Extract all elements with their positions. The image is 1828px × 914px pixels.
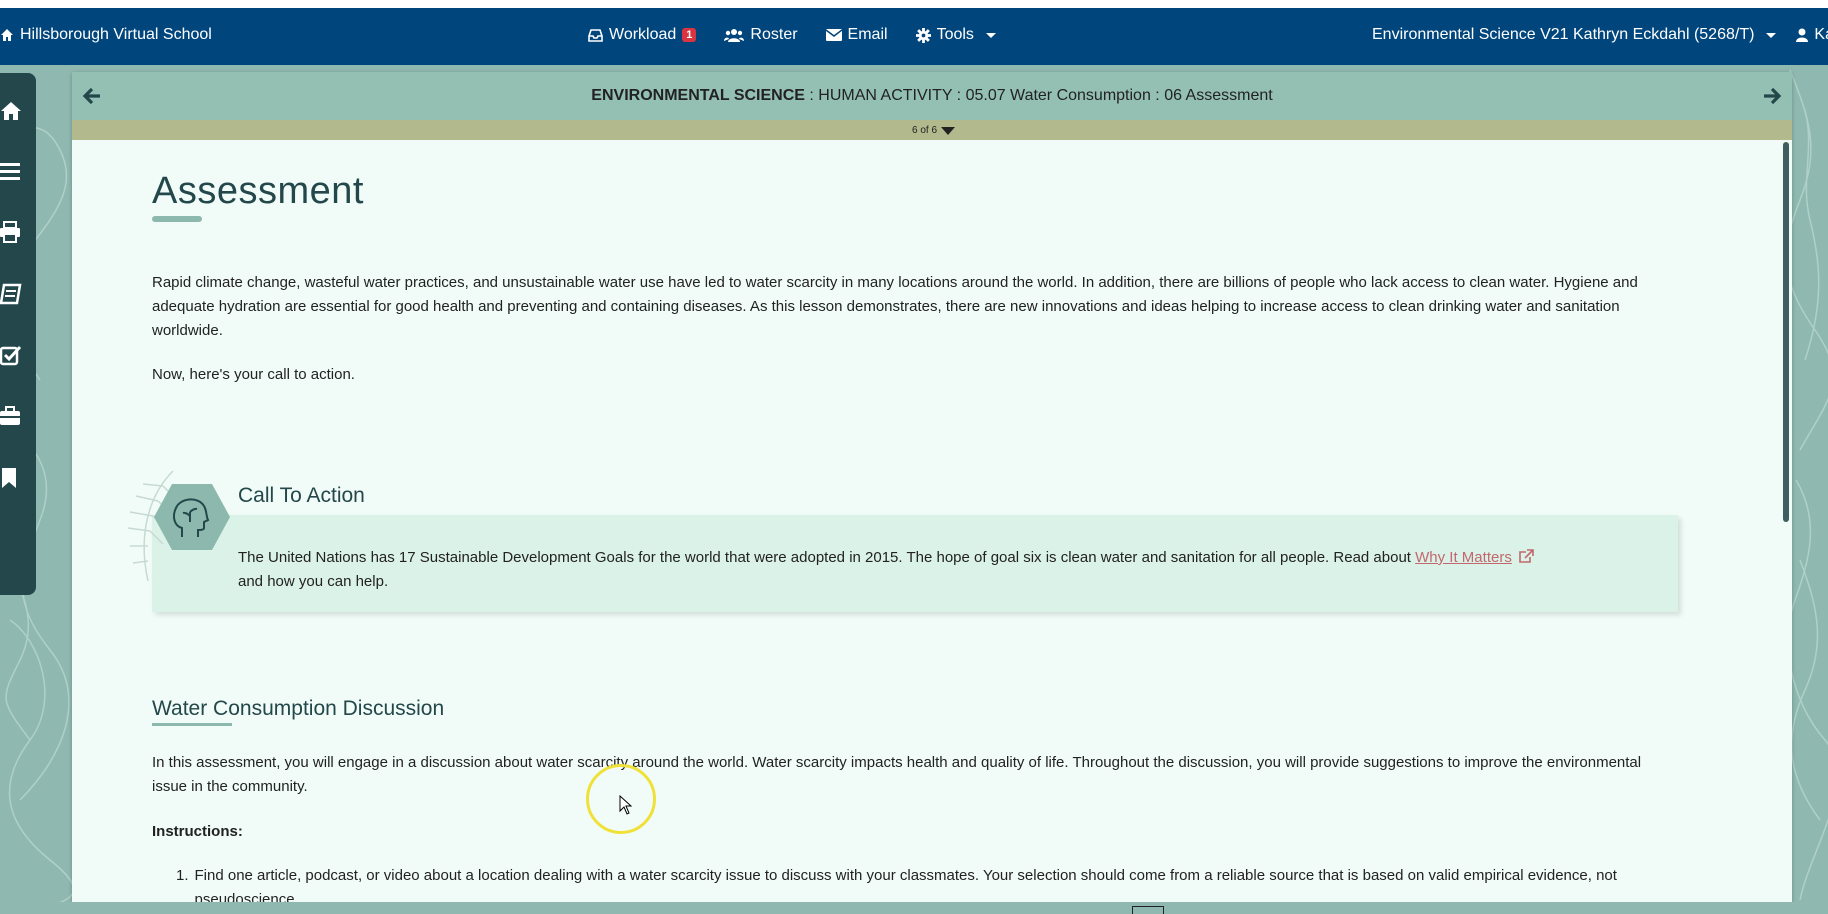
bookmark-icon[interactable] <box>0 467 22 489</box>
bottom-marker <box>1132 906 1164 914</box>
breadcrumb: ENVIRONMENTAL SCIENCE : HUMAN ACTIVITY :… <box>72 87 1792 105</box>
breadcrumb-bar: ENVIRONMENTAL SCIENCE : HUMAN ACTIVITY :… <box>72 72 1792 120</box>
home-icon <box>1 29 13 41</box>
roster-menu[interactable]: Roster <box>724 26 798 44</box>
panel-bottom-edge <box>0 902 1828 914</box>
caret-down-icon <box>941 126 956 135</box>
envelope-icon <box>825 29 842 41</box>
tools-dropdown[interactable]: Tools <box>915 26 996 44</box>
briefcase-icon[interactable] <box>0 405 22 427</box>
breadcrumb-subject: ENVIRONMENTAL SCIENCE <box>591 87 805 104</box>
course-label: Environmental Science V21 Kathryn Eckdah… <box>1372 26 1755 43</box>
roster-label: Roster <box>750 26 798 43</box>
nav-right: Environmental Science V21 Kathryn Eckdah… <box>1372 26 1828 44</box>
left-sidebar <box>0 73 36 595</box>
page-count: 6 of 6 <box>912 125 938 136</box>
email-menu[interactable]: Email <box>825 26 888 44</box>
print-icon[interactable] <box>0 221 22 243</box>
home-icon[interactable] <box>0 100 22 122</box>
list-icon[interactable] <box>0 160 22 182</box>
workload-count-badge: 1 <box>682 28 697 42</box>
user-menu[interactable]: Kathr <box>1796 26 1828 44</box>
notes-icon[interactable] <box>0 283 22 305</box>
tools-label: Tools <box>936 26 974 43</box>
inbox-icon <box>588 28 603 42</box>
page-selector[interactable]: 6 of 6 <box>912 125 956 136</box>
mouse-pointer-icon <box>619 795 633 815</box>
chevron-down-icon <box>985 32 996 38</box>
users-icon <box>724 29 745 42</box>
user-name: Kathr <box>1814 26 1828 43</box>
top-strip <box>0 0 1828 8</box>
pager-bar: 6 of 6 <box>72 120 1792 140</box>
school-brand-link[interactable]: Hillsborough Virtual School <box>0 26 212 44</box>
top-navbar: Hillsborough Virtual School Workload 1 R… <box>0 8 1828 65</box>
scrollbar-thumb[interactable] <box>1783 142 1789 522</box>
breadcrumb-path: : HUMAN ACTIVITY : 05.07 Water Consumpti… <box>804 87 1273 104</box>
school-name: Hillsborough Virtual School <box>20 26 212 43</box>
check-square-icon[interactable] <box>0 345 22 367</box>
user-icon <box>1796 28 1809 42</box>
gear-icon <box>915 27 931 43</box>
email-label: Email <box>847 26 888 43</box>
why-it-matters-link[interactable]: Why It Matters <box>1415 549 1512 566</box>
course-dropdown[interactable]: Environmental Science V21 Kathryn Eckdah… <box>1372 26 1777 44</box>
arrow-right-icon[interactable] <box>1760 84 1784 108</box>
nav-center: Workload 1 Roster Email Tools <box>588 26 996 44</box>
workload-menu[interactable]: Workload 1 <box>588 26 697 44</box>
chevron-down-icon <box>1766 32 1777 38</box>
lesson-panel: ENVIRONMENTAL SCIENCE : HUMAN ACTIVITY :… <box>72 72 1792 902</box>
workload-label: Workload <box>609 26 677 43</box>
